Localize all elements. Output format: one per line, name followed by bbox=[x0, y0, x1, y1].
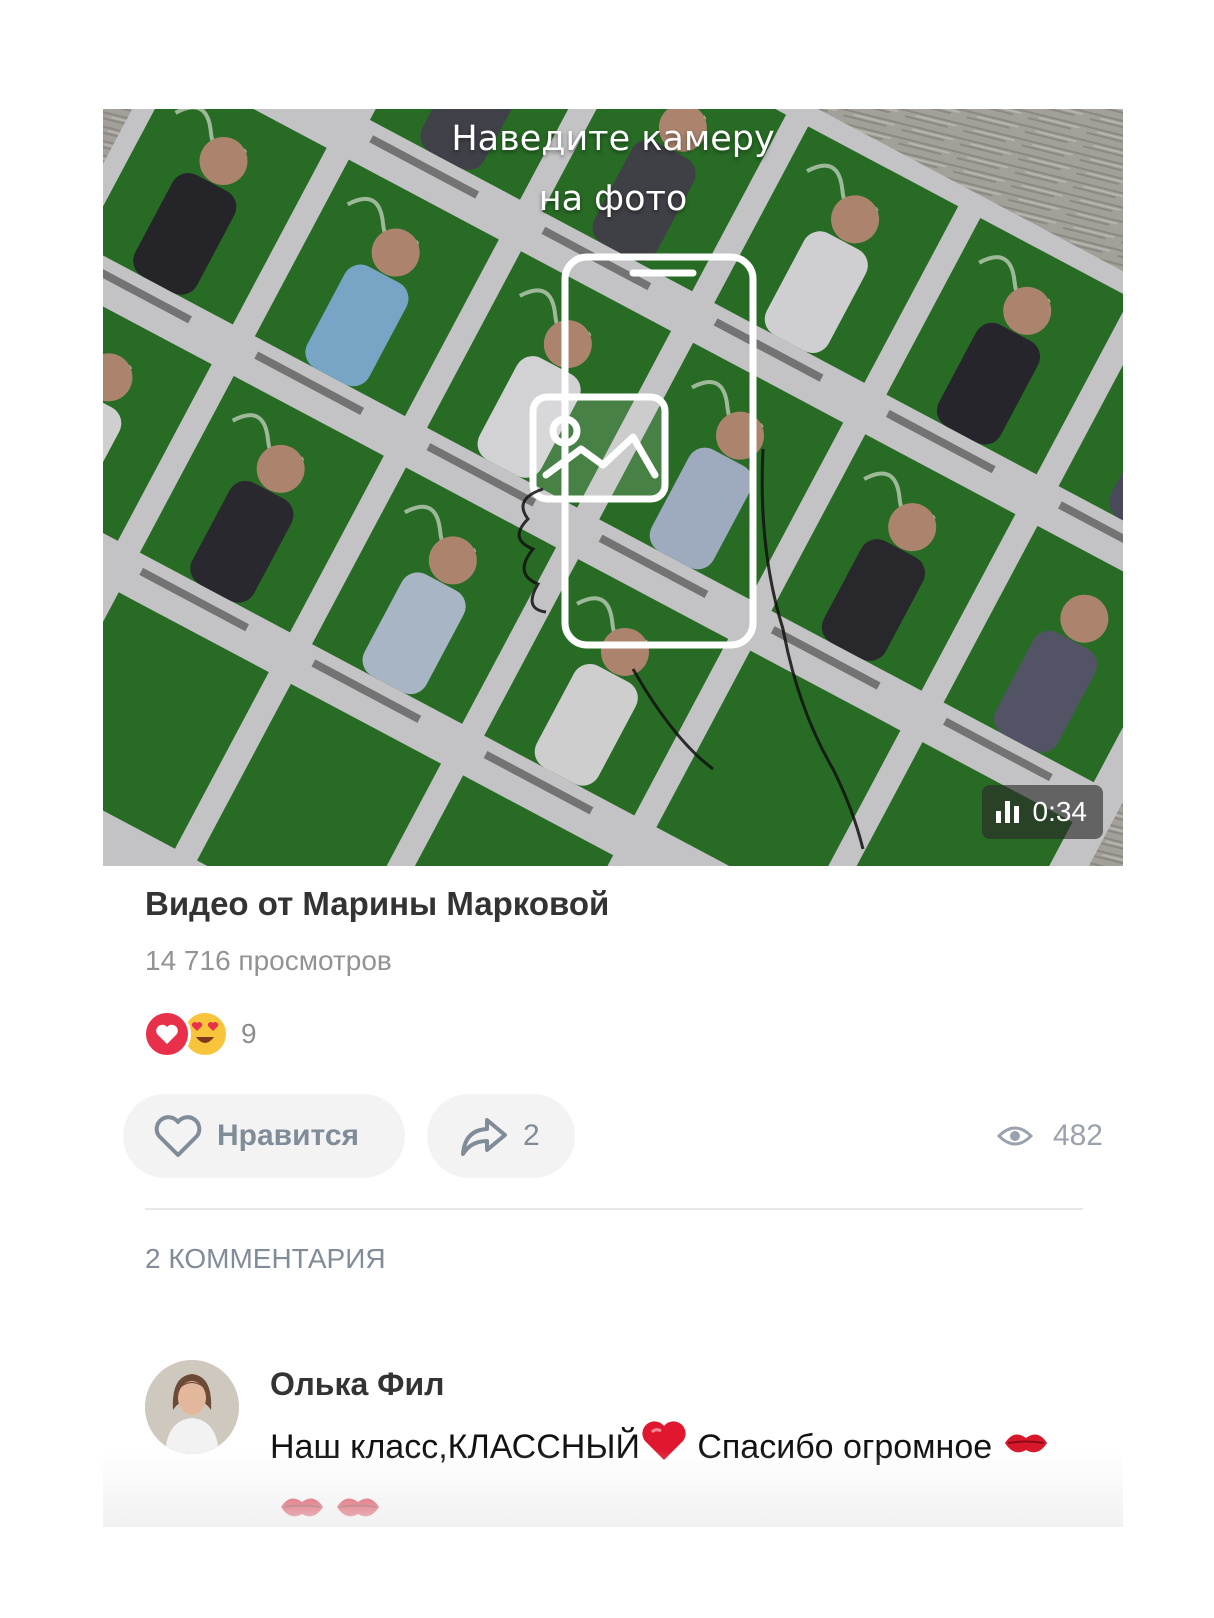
kiss-emoji bbox=[1002, 1419, 1050, 1479]
views-counter: 482 bbox=[996, 1114, 1103, 1158]
like-button[interactable]: Нравится bbox=[123, 1094, 405, 1178]
reactions-count: 9 bbox=[241, 1018, 257, 1049]
share-arrow-icon bbox=[461, 1118, 507, 1156]
sound-bars-icon bbox=[995, 801, 1019, 823]
views-counter-value: 482 bbox=[1052, 1119, 1103, 1152]
kiss-emoji bbox=[278, 1483, 326, 1527]
share-count: 2 bbox=[523, 1119, 540, 1152]
video-overlay-caption-line2: на фото bbox=[538, 179, 688, 219]
kiss-emoji bbox=[334, 1483, 382, 1527]
comment-text-part1: Наш класс,КЛАССНЫЙ bbox=[270, 1428, 640, 1466]
video-title[interactable]: Видео от Марины Марковой bbox=[145, 885, 609, 923]
video-duration: 0:34 bbox=[1032, 796, 1088, 827]
share-button[interactable]: 2 bbox=[427, 1094, 575, 1178]
avatar[interactable] bbox=[145, 1360, 239, 1454]
comments-count-header: 2 КОММЕНТАРИЯ bbox=[145, 1243, 386, 1274]
comment-text-part2: Спасибо огромное bbox=[687, 1428, 1002, 1466]
comment-text: Наш класс,КЛАССНЫЙ Спасибо огромное bbox=[270, 1417, 1090, 1527]
comment-author[interactable]: Олька Фил bbox=[270, 1366, 444, 1403]
heart-outline-icon bbox=[154, 1115, 202, 1157]
video-player[interactable]: Наведите камеру на фото 0:34 bbox=[103, 109, 1123, 866]
eye-icon bbox=[996, 1126, 1033, 1146]
video-duration-badge: 0:34 bbox=[981, 785, 1103, 839]
commenter-photo bbox=[145, 1360, 239, 1454]
reactions-summary[interactable]: 9 bbox=[143, 1009, 257, 1059]
divider bbox=[145, 1208, 1083, 1210]
video-post-card: Наведите камеру на фото 0:34 Видео от Ма… bbox=[103, 109, 1123, 1527]
red-heart-emoji bbox=[640, 1418, 688, 1481]
video-views-count: 14 716 просмотров bbox=[145, 945, 392, 976]
video-overlay-caption-line1: Наведите камеру bbox=[451, 119, 775, 159]
heart-reaction-icon bbox=[143, 1010, 191, 1058]
like-button-label: Нравится bbox=[217, 1119, 360, 1152]
